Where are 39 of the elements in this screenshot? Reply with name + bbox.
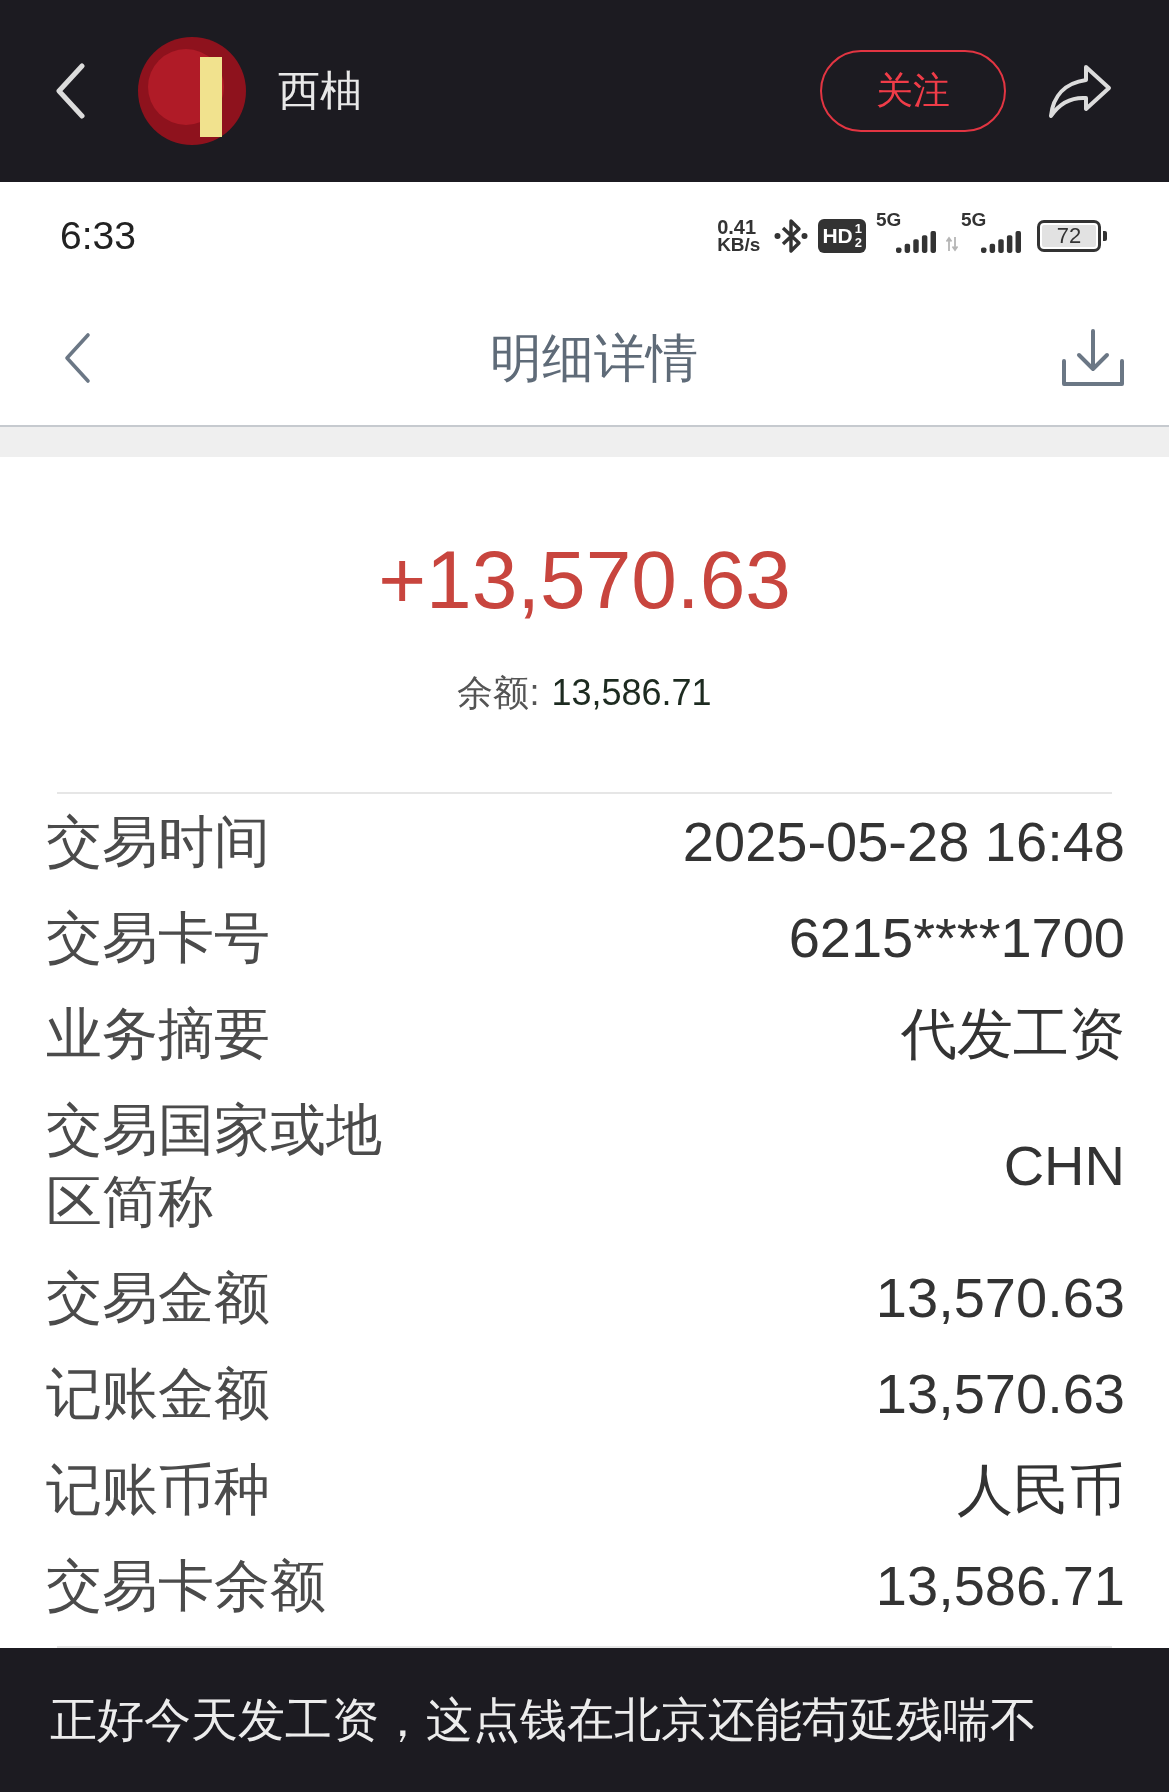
network-speed-unit: KB/s xyxy=(717,236,761,254)
detail-value: CHN xyxy=(1003,1133,1125,1199)
clock-time: 6:33 xyxy=(60,214,136,258)
balance-value: 13,586.71 xyxy=(551,671,712,715)
signal-bars-icon xyxy=(896,230,936,254)
detail-value: 6215****1700 xyxy=(788,905,1125,971)
follow-button[interactable]: 关注 xyxy=(820,50,1006,132)
detail-label: 记账金额 xyxy=(46,1361,270,1427)
detail-label: 业务摘要 xyxy=(46,1001,270,1067)
account-name: 西柚 xyxy=(278,66,362,116)
network-type-label: 5G xyxy=(961,210,987,229)
network-type-label: 5G xyxy=(876,210,902,229)
share-icon[interactable] xyxy=(1048,63,1112,119)
hd-label: HD xyxy=(822,225,853,247)
signal-bars-icon xyxy=(981,230,1021,254)
detail-value: 13,570.63 xyxy=(875,1361,1125,1427)
sim-number: 1 xyxy=(854,222,862,236)
back-icon[interactable] xyxy=(55,63,85,119)
detail-label: 记账币种 xyxy=(46,1457,270,1523)
detail-label: 交易金额 xyxy=(46,1265,270,1331)
detail-value: 2025-05-28 16:48 xyxy=(682,809,1125,875)
balance-label: 余额: xyxy=(457,671,540,715)
page-title: 明细详情 xyxy=(489,327,698,388)
sim-number: 2 xyxy=(854,236,862,250)
network-speed-value: 0.41 xyxy=(717,218,757,236)
detail-label: 交易时间 xyxy=(46,809,270,875)
download-icon[interactable] xyxy=(1061,328,1125,387)
bluetooth-icon xyxy=(774,218,809,254)
detail-value: 人民币 xyxy=(957,1457,1125,1523)
detail-label: 交易卡余额 xyxy=(46,1553,326,1619)
detail-label: 交易国家或地区简称 xyxy=(46,1097,383,1235)
avatar-icon[interactable] xyxy=(138,37,246,145)
transaction-amount: +13,570.63 xyxy=(378,533,791,627)
battery-percent: 72 xyxy=(1056,224,1082,248)
detail-label: 交易卡号 xyxy=(46,905,270,971)
detail-value: 13,586.71 xyxy=(875,1553,1125,1619)
detail-value: 代发工资 xyxy=(901,1001,1125,1067)
post-text: 正好今天发工资，这点钱在北京还能苟延残喘不 xyxy=(50,1696,1037,1744)
detail-value: 13,570.63 xyxy=(875,1265,1125,1331)
